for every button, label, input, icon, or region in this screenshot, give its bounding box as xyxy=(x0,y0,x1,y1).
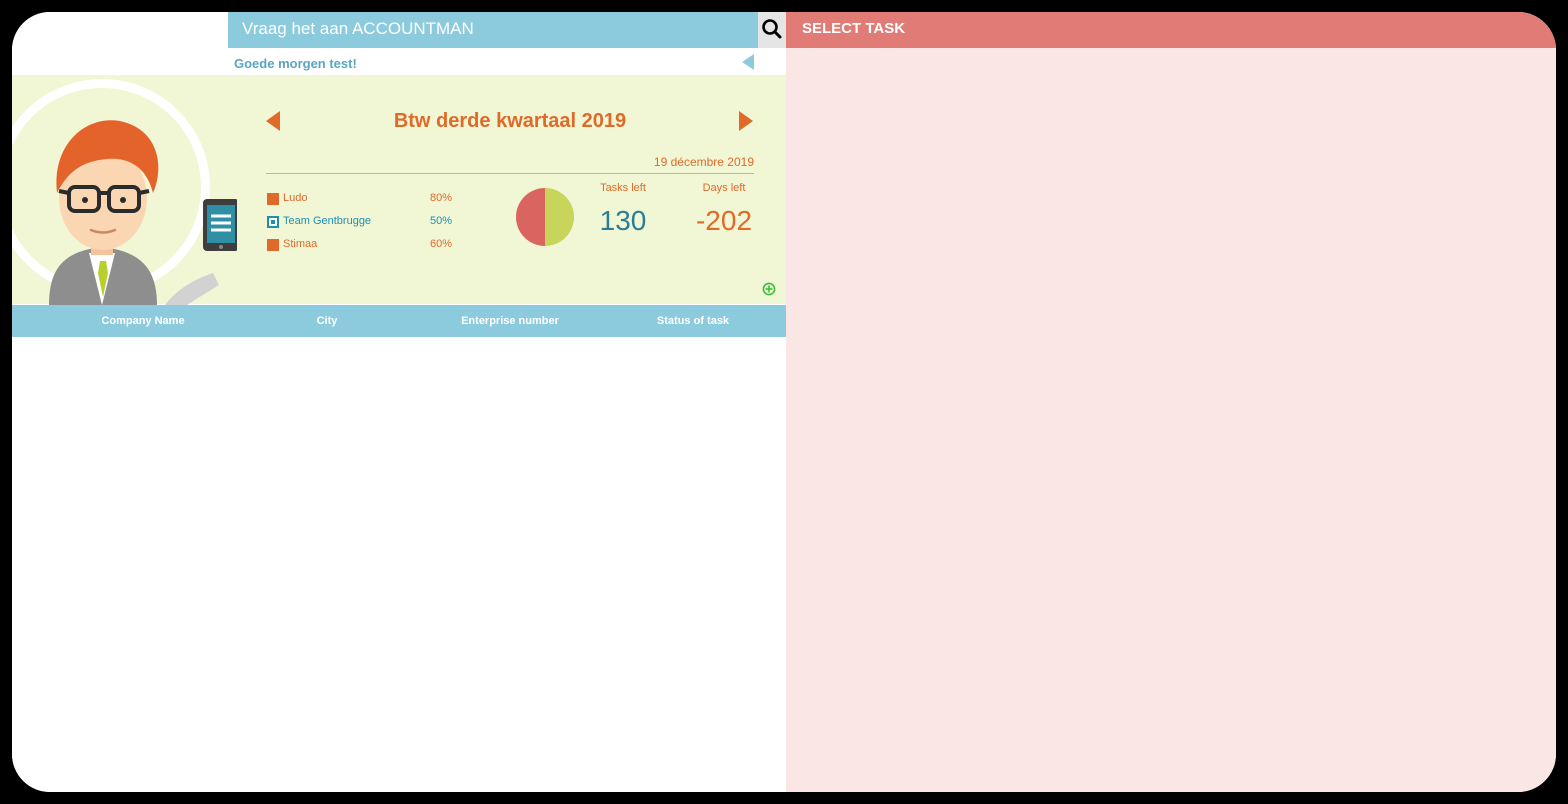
triangle-right-icon[interactable] xyxy=(739,111,753,131)
days-left-value: -202 xyxy=(695,205,753,236)
team-color-swatch xyxy=(267,193,279,205)
team-name: Stimaa xyxy=(283,238,318,250)
team-name: Ludo xyxy=(283,192,308,204)
search-icon xyxy=(762,19,782,39)
right-pane: SELECT TASK xyxy=(786,12,1556,792)
pie-slice xyxy=(516,188,545,246)
triangle-left-icon[interactable] xyxy=(266,111,280,131)
team-percent: 60% xyxy=(430,238,453,250)
triangle-left-icon[interactable] xyxy=(742,54,754,70)
progress-pie-chart xyxy=(516,188,574,246)
accountant-avatar-icon xyxy=(12,79,237,305)
team-percent: 50% xyxy=(430,215,453,227)
greeting-text: Goede morgen test! xyxy=(234,56,357,71)
app-window: Vraag het aan ACCOUNTMAN Goede morgen te… xyxy=(12,12,1556,792)
plus-circle-icon[interactable] xyxy=(762,282,776,296)
task-title: Btw derde kwartaal 2019 xyxy=(393,110,627,132)
team-percent: 80% xyxy=(430,192,453,204)
left-pane: Vraag het aan ACCOUNTMAN Goede morgen te… xyxy=(12,12,786,792)
task-date: 19 décembre 2019 xyxy=(653,155,754,169)
column-header-company-name[interactable]: Company Name xyxy=(52,305,234,337)
tasks-left-value: 130 xyxy=(599,205,647,236)
pie-slice xyxy=(545,188,574,246)
search-button[interactable] xyxy=(758,12,786,48)
select-task-header: SELECT TASK xyxy=(786,12,1556,48)
column-header-status-of-task[interactable]: Status of task xyxy=(602,305,784,337)
table-header: Company Name City Enterprise number Stat… xyxy=(12,305,786,337)
tasks-left-label: Tasks left xyxy=(600,182,646,194)
days-left-label: Days left xyxy=(702,182,746,194)
column-header-enterprise-number[interactable]: Enterprise number xyxy=(419,305,601,337)
column-header-city[interactable]: City xyxy=(236,305,418,337)
team-color-swatch xyxy=(267,239,279,251)
task-summary-panel: Btw derde kwartaal 2019 19 décembre 2019… xyxy=(12,75,786,305)
divider xyxy=(266,173,754,174)
team-name: Team Gentbrugge xyxy=(283,215,372,227)
team-color-swatch xyxy=(267,216,279,228)
search-input[interactable]: Vraag het aan ACCOUNTMAN xyxy=(228,12,758,48)
